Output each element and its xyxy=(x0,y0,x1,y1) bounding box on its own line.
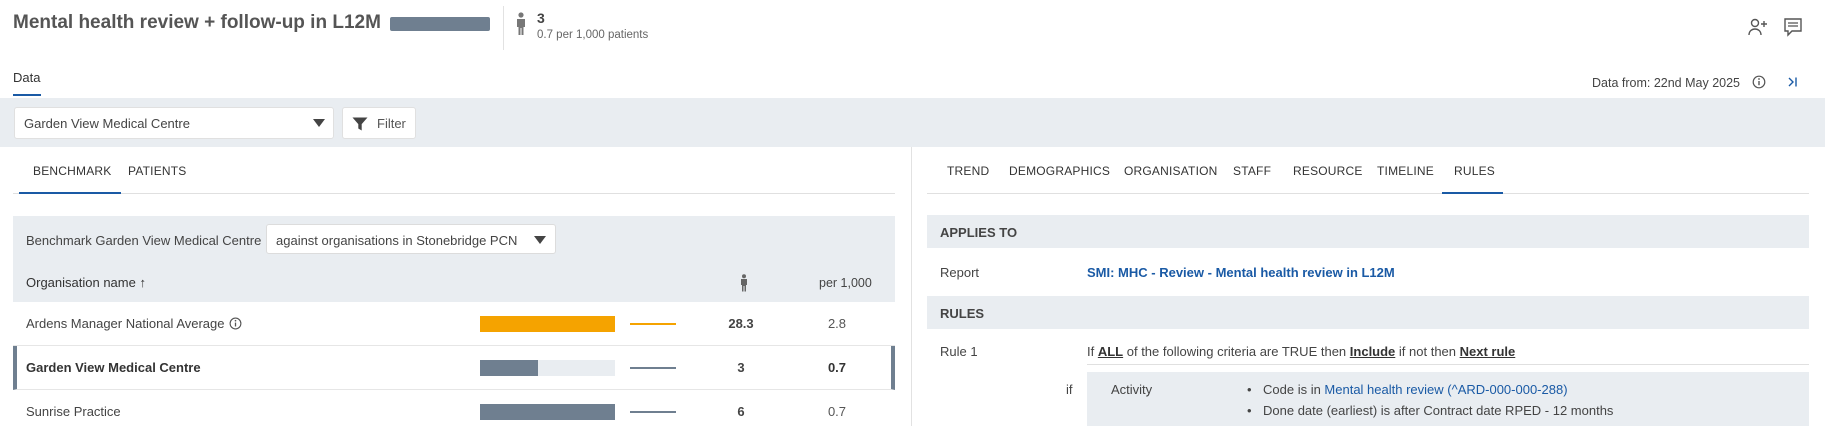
benchmark-label: Benchmark Garden View Medical Centre xyxy=(26,233,262,248)
tab-staff[interactable]: STAFF xyxy=(1233,164,1271,178)
benchmark-controls: Benchmark Garden View Medical Centre aga… xyxy=(13,216,895,302)
rule-divider xyxy=(1087,364,1809,365)
tab-patients[interactable]: PATIENTS xyxy=(128,164,187,178)
column-header-organisation[interactable]: Organisation name ↑ xyxy=(26,275,146,290)
header-divider xyxy=(503,6,504,50)
row-bar-fill xyxy=(480,360,539,376)
filter-button[interactable]: Filter xyxy=(342,107,416,139)
rule-1-text: If ALL of the following criteria are TRU… xyxy=(1087,344,1516,359)
row-bar xyxy=(480,360,615,376)
report-label: Report xyxy=(940,265,980,280)
criteria-item: Done date (earliest) is after Contract d… xyxy=(1247,403,1613,424)
criteria-item: Code is in Mental health review (^ARD-00… xyxy=(1247,382,1613,403)
add-user-icon[interactable] xyxy=(1747,16,1769,38)
caret-down-icon xyxy=(534,236,546,244)
row-sparkline xyxy=(630,323,676,325)
row-rate: 0.7 xyxy=(827,360,847,375)
criteria-type: Activity xyxy=(1111,382,1153,397)
right-panel-tabs: TREND DEMOGRAPHICS ORGANISATION STAFF RE… xyxy=(927,147,1809,194)
filter-button-label: Filter xyxy=(377,116,406,131)
row-sparkline xyxy=(630,411,676,413)
filter-icon xyxy=(352,117,368,131)
rules-header: RULES xyxy=(927,296,1809,329)
rules-title: RULES xyxy=(940,306,985,321)
info-icon[interactable] xyxy=(229,317,242,330)
row-org-name: Sunrise Practice xyxy=(26,404,121,419)
benchmark-row[interactable]: Sunrise Practice 6 0.7 xyxy=(13,390,895,426)
panel-splitter[interactable] xyxy=(911,147,912,426)
title-indicator-bar xyxy=(390,17,490,31)
row-bar-fill xyxy=(480,404,615,420)
header: Mental health review + follow-up in L12M… xyxy=(0,0,1825,50)
tab-benchmark[interactable]: BENCHMARK xyxy=(33,164,111,178)
applies-to-header: APPLIES TO xyxy=(927,215,1809,248)
applies-to-title: APPLIES TO xyxy=(940,225,1018,240)
row-org-name: Garden View Medical Centre xyxy=(26,360,201,375)
rule-1-next: Next rule xyxy=(1459,344,1516,359)
tab-resource[interactable]: RESOURCE xyxy=(1293,164,1363,178)
tab-demographics[interactable]: DEMOGRAPHICS xyxy=(1009,164,1110,178)
caret-down-icon xyxy=(313,119,325,127)
code-cluster-link[interactable]: Mental health review (^ARD-000-000-288) xyxy=(1324,382,1567,397)
row-count: 6 xyxy=(737,404,745,419)
tab-organisation[interactable]: ORGANISATION xyxy=(1124,164,1218,178)
person-icon xyxy=(741,274,747,292)
row-bar xyxy=(480,316,615,332)
tab-rules-indicator xyxy=(1442,192,1503,194)
row-bar-fill xyxy=(480,316,615,332)
row-rate: 2.8 xyxy=(827,316,847,331)
criteria-list: Code is in Mental health review (^ARD-00… xyxy=(1247,382,1613,424)
row-bar xyxy=(480,404,615,420)
rule-1-label: Rule 1 xyxy=(940,344,978,359)
info-icon[interactable] xyxy=(1752,75,1766,89)
row-rate: 0.7 xyxy=(827,404,847,419)
criteria-box: Activity Code is in Mental health review… xyxy=(1087,372,1809,426)
page-title: Mental health review + follow-up in L12M xyxy=(13,12,381,33)
organisation-select[interactable]: Garden View Medical Centre xyxy=(14,107,334,139)
rule-1-all: ALL xyxy=(1097,344,1124,359)
tab-data[interactable]: Data xyxy=(13,70,40,85)
left-panel-tabs: BENCHMARK PATIENTS xyxy=(13,147,895,194)
benchmark-scope-select[interactable]: against organisations in Stonebridge PCN xyxy=(266,224,556,254)
row-org-name: Ardens Manager National Average xyxy=(26,316,242,331)
column-header-per-1000[interactable]: per 1,000 xyxy=(819,276,872,290)
tab-trend[interactable]: TREND xyxy=(947,164,989,178)
row-count: 3 xyxy=(737,360,745,375)
tab-timeline[interactable]: TIMELINE xyxy=(1377,164,1434,178)
patient-count: 3 xyxy=(537,10,545,26)
row-sparkline xyxy=(630,367,676,369)
data-from-label: Data from: 22nd May 2025 xyxy=(1592,76,1740,90)
organisation-select-value: Garden View Medical Centre xyxy=(24,116,190,131)
report-link[interactable]: SMI: MHC - Review - Mental health review… xyxy=(1087,265,1395,280)
comment-icon[interactable] xyxy=(1782,16,1804,38)
patient-rate: 0.7 per 1,000 patients xyxy=(537,29,649,41)
if-label: if xyxy=(1066,382,1073,397)
row-count: 28.3 xyxy=(728,316,754,331)
rule-1-include: Include xyxy=(1349,344,1396,359)
benchmark-row-national[interactable]: Ardens Manager National Average 28.3 2.8 xyxy=(13,302,895,346)
person-icon xyxy=(517,12,525,35)
tab-rules[interactable]: RULES xyxy=(1454,164,1495,178)
tab-data-indicator xyxy=(13,94,41,96)
collapse-panel-icon[interactable] xyxy=(1786,75,1800,89)
tab-benchmark-indicator xyxy=(19,192,121,194)
benchmark-row-selected[interactable]: Garden View Medical Centre 3 0.7 xyxy=(13,346,895,390)
benchmark-scope-value: against organisations in Stonebridge PCN xyxy=(276,233,518,248)
